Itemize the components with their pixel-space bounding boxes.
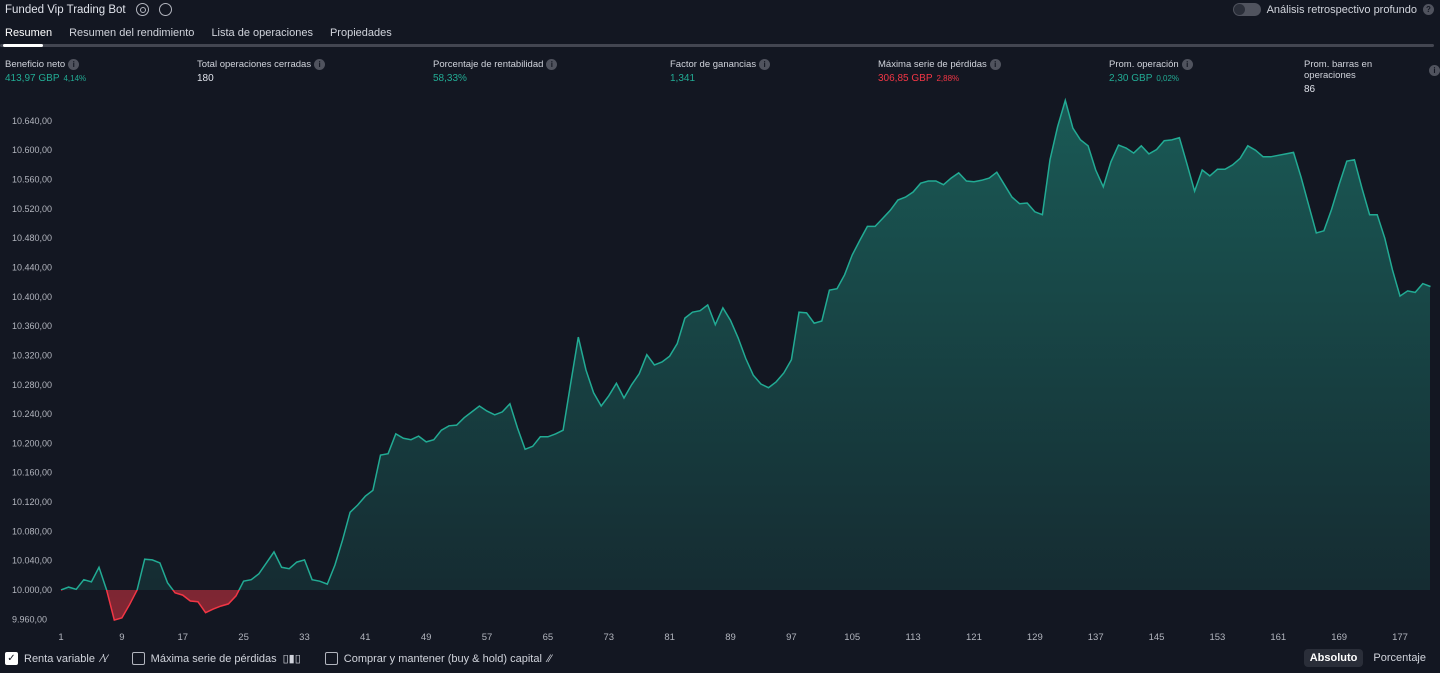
x-tick-label: 97 [786,632,797,643]
drawdown-bars-icon: ▯▮▯ [282,653,301,665]
y-tick-label: 9.960,00 [12,614,47,624]
y-tick-label: 10.200,00 [12,438,52,448]
x-tick-label: 153 [1209,632,1225,643]
equity-line-icon: ⁄\⁄ [100,652,108,665]
x-tick-label: 9 [119,632,124,643]
legend-drawdown[interactable]: Máxima serie de pérdidas ▯▮▯ [131,652,301,665]
x-tick-label: 81 [664,632,675,643]
legend-equity[interactable]: ✓ Renta variable ⁄\⁄ [5,652,108,665]
x-tick-label: 25 [238,632,249,643]
x-tick-label: 1 [58,632,63,643]
y-tick-label: 10.000,00 [12,585,52,595]
legend-label: Máxima serie de pérdidas [150,652,277,665]
y-tick-label: 10.400,00 [12,292,52,302]
x-tick-label: 113 [906,632,921,643]
y-tick-label: 10.120,00 [12,497,52,507]
y-tick-label: 10.440,00 [12,262,52,272]
x-tick-label: 129 [1027,632,1043,643]
y-tick-label: 10.560,00 [12,175,52,185]
scale-toggle: Absoluto Porcentaje [1303,649,1432,667]
x-tick-label: 105 [844,632,860,643]
x-tick-label: 161 [1270,632,1286,643]
x-tick-label: 73 [603,632,614,643]
buy-hold-checkbox[interactable] [324,652,338,665]
x-tick-label: 137 [1088,632,1104,643]
legend-label: Comprar y mantener (buy & hold) capital [343,652,542,665]
drawdown-checkbox[interactable] [131,652,145,665]
y-tick-label: 10.280,00 [12,380,52,390]
legend-label: Renta variable [24,652,95,665]
x-tick-label: 49 [421,632,432,643]
y-tick-label: 10.320,00 [12,350,52,360]
x-tick-label: 121 [966,632,982,643]
chart-legend: ✓ Renta variable ⁄\⁄ Máxima serie de pérdi… [5,652,552,665]
y-tick-label: 10.080,00 [12,526,52,536]
y-tick-label: 10.600,00 [12,145,52,155]
equity-area-positive [61,100,1431,590]
equity-chart: 9.960,00 10.000,00 10.040,00 10.080,00 10.12… [12,97,1431,643]
x-tick-label: 169 [1331,632,1347,643]
y-tick-label: 10.040,00 [12,556,52,566]
y-tick-label: 10.480,00 [12,233,52,243]
y-tick-label: 10.240,00 [12,409,52,419]
x-tick-label: 57 [482,632,493,643]
x-tick-label: 41 [360,632,371,643]
x-tick-label: 177 [1392,632,1408,643]
y-tick-label: 10.640,00 [12,116,52,126]
buy-hold-line-icon: ⁄⁄ [547,652,552,665]
y-tick-label: 10.360,00 [12,321,52,331]
legend-buy-hold[interactable]: Comprar y mantener (buy & hold) capital ⁄… [324,652,552,665]
y-tick-label: 10.160,00 [12,468,52,478]
x-tick-label: 17 [177,632,188,643]
percentage-button[interactable]: Porcentaje [1367,649,1432,667]
x-tick-label: 145 [1149,632,1165,643]
y-tick-label: 10.520,00 [12,204,52,214]
x-tick-label: 65 [543,632,554,643]
absolute-button[interactable]: Absoluto [1303,649,1364,667]
x-tick-label: 89 [725,632,736,643]
equity-checkbox[interactable]: ✓ [5,652,18,665]
x-tick-label: 33 [299,632,310,643]
